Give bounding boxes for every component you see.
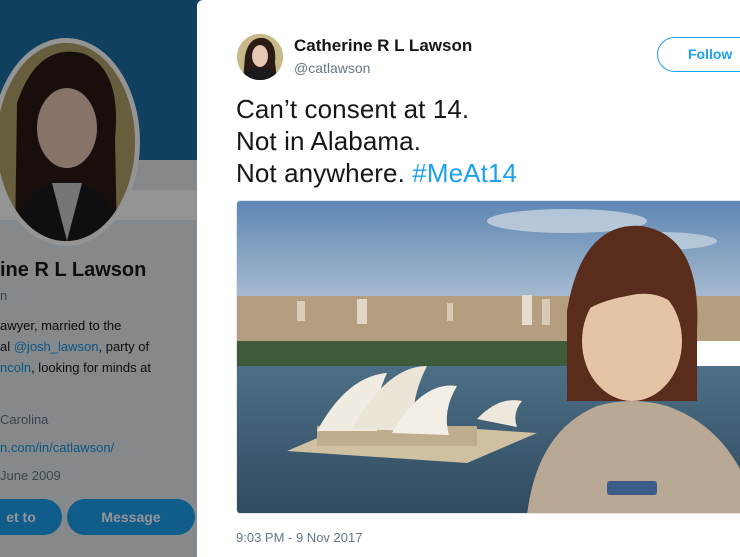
- tweet-text-line: Can’t consent at 14.: [236, 94, 470, 124]
- tweet-author-avatar[interactable]: [237, 34, 283, 80]
- tweet-author-handle[interactable]: @catlawson: [294, 60, 370, 76]
- tweet-modal: Catherine R L Lawson @catlawson Follow C…: [197, 0, 740, 557]
- tweet-timestamp[interactable]: 9:03 PM - 9 Nov 2017: [236, 530, 362, 545]
- hashtag-link[interactable]: #MeAt14: [412, 158, 517, 188]
- follow-button[interactable]: Follow: [657, 37, 740, 72]
- tweet-photo[interactable]: [236, 200, 740, 514]
- opera-house-photo: [237, 201, 740, 513]
- tweet-text-line: Not in Alabama.: [236, 126, 422, 156]
- tweet-text-line: Not anywhere. #MeAt14: [236, 158, 518, 188]
- tweet-author-name[interactable]: Catherine R L Lawson: [294, 36, 472, 56]
